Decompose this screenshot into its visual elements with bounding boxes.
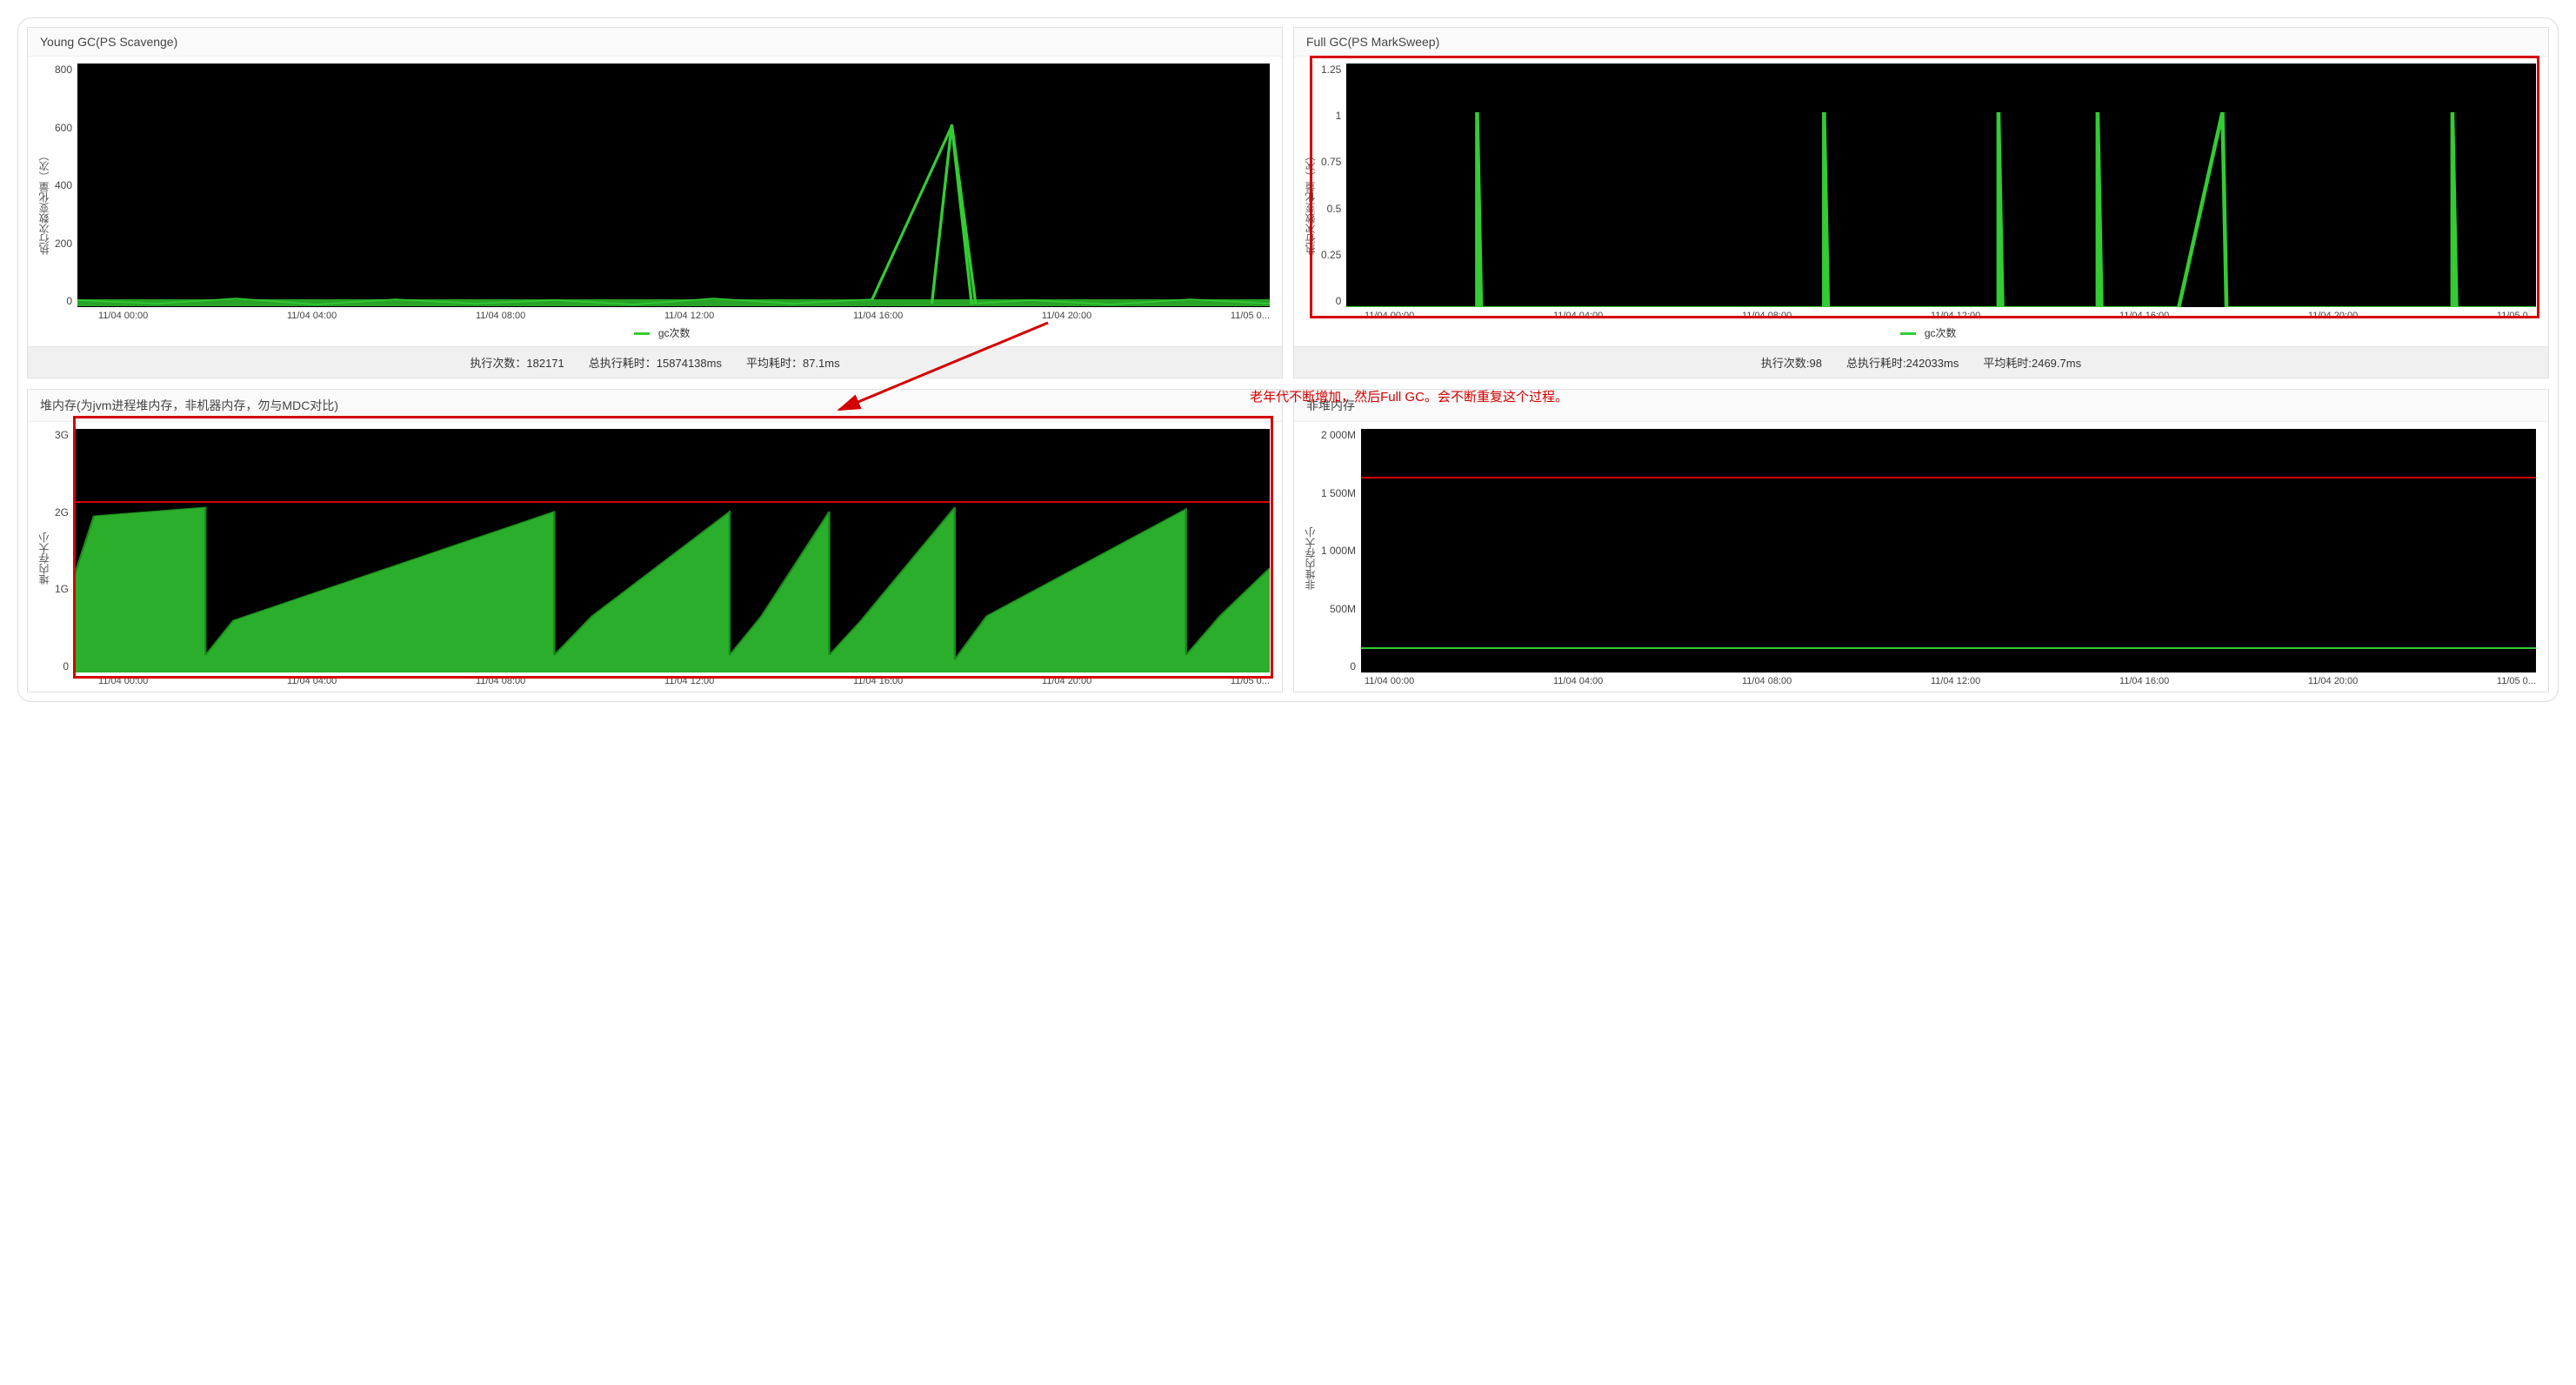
y-axis-label: 执行次数变化量（次） bbox=[1299, 64, 1321, 343]
x-axis-ticks: 11/04 00:0011/04 04:0011/04 08:00 11/04 … bbox=[98, 672, 1270, 688]
y-axis-label: 非堆内存大小 bbox=[1299, 429, 1321, 688]
x-axis-ticks: 11/04 00:0011/04 04:0011/04 08:00 11/04 … bbox=[98, 307, 1270, 323]
y-axis-ticks: 3G2G 1G0 bbox=[55, 429, 74, 672]
legend-label: gc次数 bbox=[1925, 327, 1957, 339]
dashboard: Young GC(PS Scavenge) 执行次数变化量（次） 800600 … bbox=[17, 17, 2559, 702]
panel-title: Young GC(PS Scavenge) bbox=[28, 28, 1282, 57]
stats-bar: 执行次数：182171 总执行耗时：15874138ms 平均耗时：87.1ms bbox=[28, 346, 1282, 378]
panel-title: Full GC(PS MarkSweep) bbox=[1294, 28, 2548, 57]
legend: gc次数 bbox=[55, 323, 1270, 343]
y-axis-label: 堆内存大小 bbox=[33, 429, 55, 688]
panel-title: 堆内存(为jvm进程堆内存，非机器内存，勿与MDC对比) bbox=[28, 390, 1282, 422]
chart-plot-young-gc[interactable] bbox=[77, 64, 1270, 307]
y-axis-label: 执行次数变化量（次） bbox=[33, 64, 55, 343]
panel-heap: 堆内存(为jvm进程堆内存，非机器内存，勿与MDC对比) 堆内存大小 3G2G … bbox=[27, 389, 1283, 692]
chart-plot-heap[interactable] bbox=[74, 429, 1270, 672]
panel-title: 非堆内存 bbox=[1294, 390, 2548, 422]
y-axis-ticks: 800600 400200 0 bbox=[55, 64, 77, 307]
legend-swatch bbox=[634, 332, 650, 335]
stats-bar: 执行次数:98 总执行耗时:242033ms 平均耗时:2469.7ms bbox=[1294, 346, 2548, 378]
y-axis-ticks: 2 000M1 500M 1 000M500M 0 bbox=[1321, 429, 1361, 672]
x-axis-ticks: 11/04 00:0011/04 04:0011/04 08:00 11/04 … bbox=[1365, 672, 2536, 688]
panel-full-gc: Full GC(PS MarkSweep) 执行次数变化量（次） 1.251 0… bbox=[1293, 27, 2549, 378]
legend: gc次数 bbox=[1321, 323, 2536, 343]
x-axis-ticks: 11/04 00:0011/04 04:0011/04 08:00 11/04 … bbox=[1365, 307, 2536, 323]
chart-plot-nonheap[interactable] bbox=[1361, 429, 2536, 672]
panel-nonheap: 非堆内存 非堆内存大小 2 000M1 500M 1 000M500M 0 bbox=[1293, 389, 2549, 692]
panel-young-gc: Young GC(PS Scavenge) 执行次数变化量（次） 800600 … bbox=[27, 27, 1283, 378]
chart-plot-full-gc[interactable] bbox=[1346, 64, 2536, 307]
legend-label: gc次数 bbox=[658, 327, 691, 339]
y-axis-ticks: 1.251 0.750.5 0.250 bbox=[1321, 64, 1346, 307]
legend-swatch bbox=[1900, 332, 1916, 335]
